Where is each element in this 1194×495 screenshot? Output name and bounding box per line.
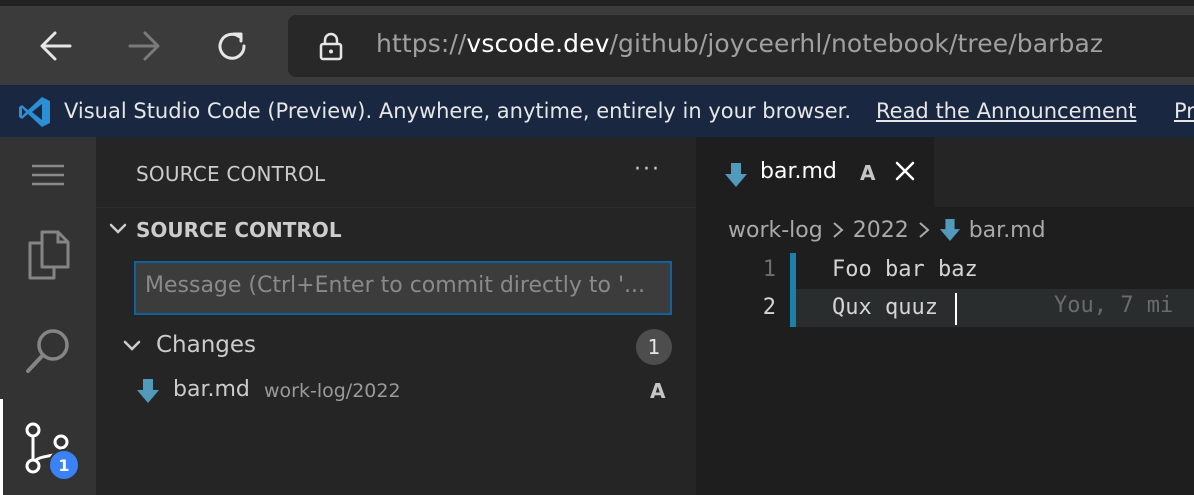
line-number: 2: [762, 295, 776, 320]
breadcrumb-item[interactable]: work-log: [728, 218, 823, 243]
explorer-button[interactable]: [0, 225, 96, 285]
changed-file-item[interactable]: bar.md work-log/2022 A: [96, 371, 696, 413]
sidebar-title: SOURCE CONTROL: [136, 162, 326, 186]
tab-status: A: [860, 161, 876, 185]
chevron-right-icon: [919, 222, 930, 238]
diff-added-gutter[interactable]: [790, 253, 796, 327]
changes-label: Changes: [156, 332, 257, 358]
chevron-down-icon: [123, 340, 141, 351]
chevron-down-icon: [109, 223, 127, 234]
activity-bar: 1: [0, 137, 96, 495]
inline-blame: You, 7 mi: [1054, 293, 1174, 318]
code-line: Qux quuz: [832, 295, 938, 320]
url-path: /github/joyceerhl/notebook/tree/barbaz: [609, 29, 1104, 58]
editor-tabs: bar.md A: [696, 137, 1194, 207]
source-control-section-header[interactable]: SOURCE CONTROL: [96, 207, 696, 251]
hamburger-menu-icon: [32, 164, 64, 186]
editor-pane[interactable]: work-log 2022 bar.md 1 2 Foo bar baz Qux…: [696, 207, 1194, 495]
browser-toolbar: https://vscode.dev/github/joyceerhl/note…: [0, 0, 1194, 85]
source-control-sidebar: SOURCE CONTROL ··· SOURCE CONTROL Messag…: [96, 137, 696, 495]
tab-bar-md[interactable]: bar.md A: [696, 137, 934, 207]
read-announcement-link[interactable]: Read the Announcement: [876, 99, 1136, 123]
more-actions-button[interactable]: ···: [634, 157, 661, 182]
file-name: bar.md: [173, 377, 250, 402]
search-icon: [26, 329, 69, 373]
text-cursor: [955, 293, 957, 325]
markdown-file-icon: [939, 219, 960, 241]
url-scheme: https://: [376, 29, 467, 58]
commit-message-input[interactable]: Message (Ctrl+Enter to commit directly t…: [134, 261, 672, 315]
line-number: 1: [762, 257, 776, 282]
section-label: SOURCE CONTROL: [136, 218, 342, 242]
source-control-badge: 1: [48, 449, 80, 481]
address-bar[interactable]: https://vscode.dev/github/joyceerhl/note…: [288, 15, 1194, 77]
changes-count-badge: 1: [636, 329, 672, 365]
changes-group[interactable]: Changes 1: [96, 325, 696, 369]
source-control-button[interactable]: [0, 413, 96, 483]
file-path: work-log/2022: [264, 380, 401, 402]
back-button[interactable]: [34, 24, 78, 68]
forward-arrow-icon: [128, 31, 160, 61]
search-button[interactable]: [0, 321, 96, 381]
close-icon[interactable]: [894, 160, 916, 182]
file-status-added: A: [650, 379, 666, 403]
forward-button[interactable]: [122, 24, 166, 68]
url-text: https://vscode.dev/github/joyceerhl/note…: [376, 29, 1103, 58]
chevron-right-icon: [833, 222, 844, 238]
breadcrumb: work-log 2022 bar.md: [728, 217, 1046, 243]
banner-secondary-link[interactable]: Pr: [1174, 99, 1194, 123]
lock-icon[interactable]: [316, 32, 346, 62]
vscode-logo-icon: [19, 97, 50, 127]
reload-button[interactable]: [210, 24, 254, 68]
tab-label: bar.md: [760, 159, 837, 184]
code-line: Foo bar baz: [832, 257, 978, 282]
markdown-file-icon: [137, 379, 159, 403]
markdown-file-icon: [725, 163, 747, 187]
files-icon: [28, 230, 70, 280]
breadcrumb-item[interactable]: 2022: [853, 218, 909, 243]
url-host: vscode.dev: [466, 29, 610, 58]
announcement-banner: Visual Studio Code (Preview). Anywhere, …: [0, 85, 1194, 137]
reload-icon: [218, 32, 246, 60]
back-arrow-icon: [40, 31, 72, 61]
breadcrumb-item[interactable]: bar.md: [969, 218, 1046, 243]
menu-button[interactable]: [0, 155, 96, 195]
banner-message: Visual Studio Code (Preview). Anywhere, …: [64, 99, 852, 123]
